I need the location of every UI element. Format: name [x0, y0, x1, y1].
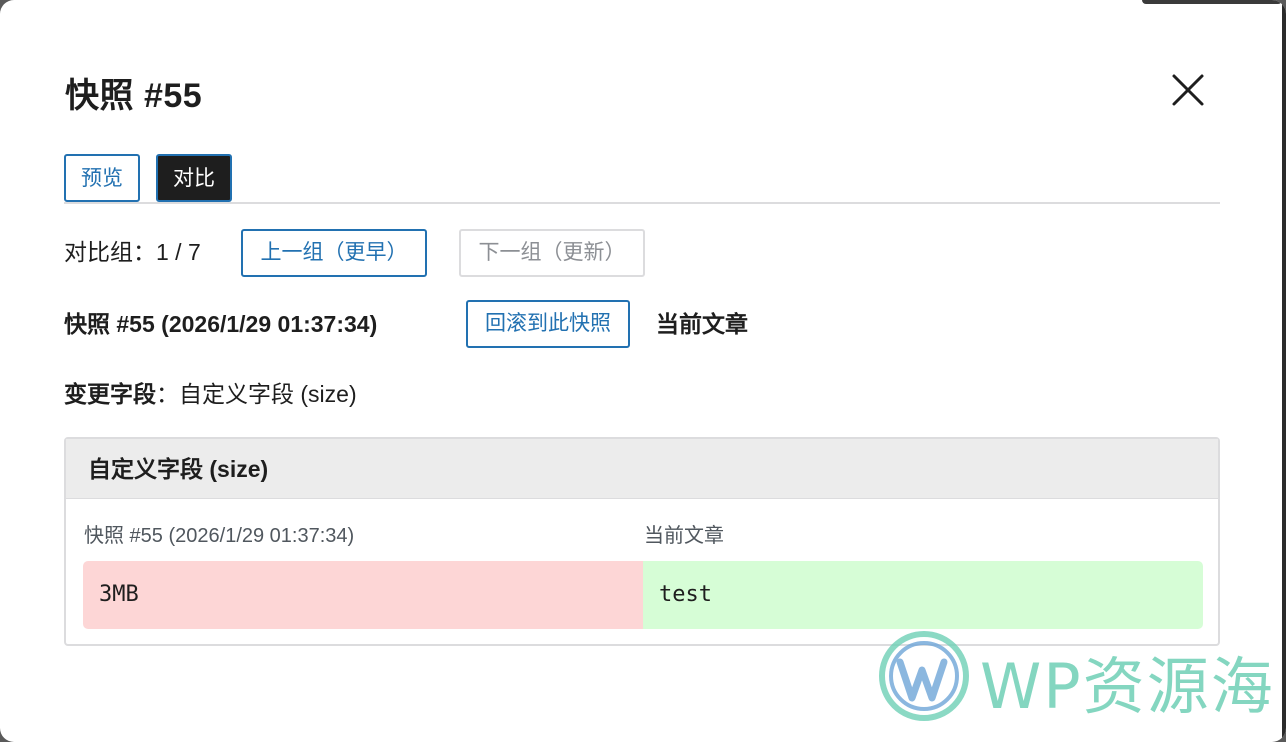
diff-card: 自定义字段 (size) 快照 #55 (2026/1/29 01:37:34)…	[64, 437, 1220, 646]
rollback-button[interactable]: 回滚到此快照	[466, 300, 630, 348]
diff-card-title: 自定义字段 (size)	[66, 439, 1218, 499]
changed-fields: 变更字段：自定义字段 (size)	[64, 376, 357, 412]
tab-bar: 预览 对比	[64, 154, 1220, 204]
close-icon	[1172, 74, 1204, 106]
snapshot-label: 快照 #55 (2026/1/29 01:37:34)	[64, 311, 378, 337]
modal-title: 快照 #55	[65, 77, 203, 115]
diff-new-value: test	[643, 561, 1203, 629]
tab-preview[interactable]: 预览	[64, 154, 140, 202]
next-group-button[interactable]: 下一组（更新）	[459, 229, 645, 277]
close-button[interactable]	[1168, 70, 1208, 110]
changed-fields-value: ：自定义字段 (size)	[156, 381, 357, 407]
prev-group-button[interactable]: 上一组（更早）	[241, 229, 427, 277]
snapshot-modal: 快照 #55 预览 对比 对比组：1 / 7 上一组（更早） 下一组（更新） 快…	[0, 0, 1286, 742]
watermark-text: WP资源海	[980, 650, 1275, 723]
changed-fields-key: 变更字段	[64, 381, 156, 407]
window-edge	[1282, 0, 1286, 742]
current-post-label: 当前文章	[656, 311, 748, 337]
diff-old-value: 3MB	[83, 561, 643, 629]
window-edge-top	[1142, 0, 1282, 4]
tab-compare[interactable]: 对比	[156, 154, 232, 202]
group-counter: 对比组：1 / 7	[64, 239, 201, 265]
diff-left-header: 快照 #55 (2026/1/29 01:37:34)	[84, 525, 355, 547]
wordpress-logo-icon	[879, 631, 969, 721]
watermark: WP资源海	[876, 628, 1273, 724]
diff-right-header: 当前文章	[644, 525, 724, 547]
